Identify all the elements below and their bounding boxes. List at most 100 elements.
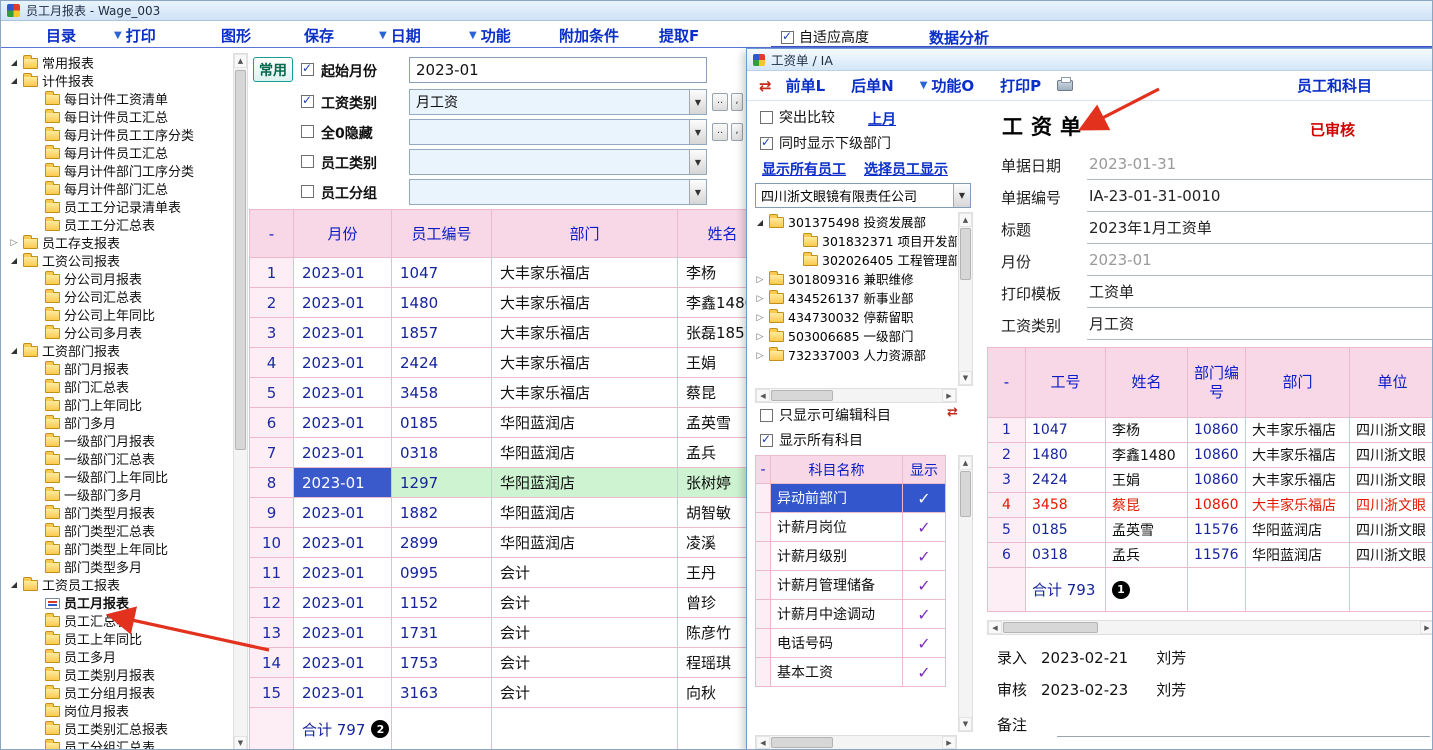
prev-doc-button[interactable]: 前单L — [786, 75, 826, 96]
scroll-right-button[interactable]: ▶ — [1420, 621, 1433, 634]
employee-row[interactable]: 3 2424 王娟 10860 大丰家乐福店 四川浙文眼 — [988, 468, 1433, 493]
company-select[interactable]: 四川浙文眼镜有限责任公司 ▼ — [755, 183, 971, 208]
sidebar-tree-item[interactable]: 员工类别汇总报表 — [9, 719, 233, 737]
column-header-visible[interactable]: 显示 — [903, 456, 946, 484]
employee-row[interactable]: 4 3458 蔡昆 10860 大丰家乐福店 四川浙文眼 — [988, 493, 1433, 518]
subject-visible-cell[interactable] — [903, 658, 946, 687]
table-row[interactable]: 12 2023-01 1152 会计 曾珍 — [250, 588, 768, 618]
column-header-month[interactable]: 月份 — [294, 210, 392, 258]
emp-category-select[interactable]: ▼ — [409, 149, 707, 175]
emp-category-checkbox[interactable] — [301, 155, 314, 168]
tree-expand-icon[interactable] — [9, 75, 19, 86]
scroll-down-button[interactable]: ▼ — [959, 717, 972, 731]
next-doc-button[interactable]: 后单N — [851, 75, 894, 96]
toolbar-item[interactable]: ▼ 目录 — [46, 25, 76, 45]
column-header-dept[interactable]: 部门 — [492, 210, 678, 258]
sidebar-tree-item[interactable]: 部门类型上年同比 — [9, 539, 233, 557]
department-tree-item[interactable]: 302026405 工程管理部 — [755, 250, 957, 269]
scrollbar-thumb[interactable] — [771, 390, 833, 401]
scroll-down-button[interactable]: ▼ — [959, 371, 972, 385]
field-value[interactable]: 2023-01 — [1087, 246, 1433, 276]
sidebar-tree-item[interactable]: 部门类型汇总表 — [9, 521, 233, 539]
sidebar-tree-item[interactable]: 每月计件部门工序分类 — [9, 161, 233, 179]
remark-input[interactable] — [1057, 713, 1430, 737]
sidebar-tree-item[interactable]: 员工月报表 — [9, 593, 233, 611]
sidebar-tree-item[interactable]: 部门上年同比 — [9, 395, 233, 413]
table-row[interactable]: 13 2023-01 1731 会计 陈彦竹 — [250, 618, 768, 648]
sidebar-tree-item[interactable]: 每日计件工资清单 — [9, 89, 233, 107]
sidebar-tree-item[interactable]: 分公司月报表 — [9, 269, 233, 287]
select-arrow-icon[interactable]: ▼ — [689, 150, 706, 174]
column-header-name[interactable]: 姓名 — [1106, 348, 1188, 418]
sidebar-tree-item[interactable]: 分公司多月表 — [9, 323, 233, 341]
table-row[interactable]: 15 2023-01 3163 会计 向秋 — [250, 678, 768, 708]
scroll-left-button[interactable]: ◀ — [988, 621, 1002, 634]
function-menu-button[interactable]: ▼ 功能O — [920, 75, 974, 96]
subject-row[interactable]: 计薪月级别 — [756, 542, 946, 571]
show-all-employees-link[interactable]: 显示所有员工 — [762, 159, 846, 179]
table-row[interactable]: 5 2023-01 3458 大丰家乐福店 蔡昆 — [250, 378, 768, 408]
subject-visible-cell[interactable] — [903, 513, 946, 542]
subject-visible-cell[interactable] — [903, 571, 946, 600]
toolbar-item[interactable]: ▼ 日期 — [379, 25, 421, 45]
scroll-left-button[interactable]: ◀ — [756, 736, 770, 749]
column-header-deptid[interactable]: 部门编号 — [1188, 348, 1246, 418]
sidebar-tree-item[interactable]: 部门月报表 — [9, 359, 233, 377]
employee-table-hscrollbar[interactable]: ◀ ▶ — [987, 620, 1433, 635]
tree-expand-icon[interactable] — [9, 579, 19, 590]
show-all-subjects-checkbox[interactable] — [760, 434, 773, 447]
select-arrow-icon[interactable]: ▼ — [689, 120, 706, 144]
tree-expand-icon[interactable] — [755, 273, 765, 285]
sidebar-tree-item[interactable]: 部门多月 — [9, 413, 233, 431]
field-value[interactable]: 2023年1月工资单 — [1087, 214, 1433, 244]
browse-button[interactable]: .. — [712, 93, 728, 111]
wage-type-select[interactable]: 月工资 ▼ — [409, 89, 707, 115]
select-arrow-icon[interactable]: ▼ — [689, 90, 706, 114]
column-header[interactable]: - — [250, 210, 294, 258]
toolbar-item[interactable]: ▼ 打印 — [114, 25, 156, 45]
scrollbar-thumb[interactable] — [235, 70, 246, 450]
subject-row[interactable]: 基本工资 — [756, 658, 946, 687]
scrollbar-thumb[interactable] — [1003, 622, 1098, 633]
sidebar-tree-item[interactable]: 部门类型月报表 — [9, 503, 233, 521]
sidebar-tree-item[interactable]: 工资部门报表 — [9, 341, 233, 359]
sidebar-tree-item[interactable]: 每日计件员工汇总 — [9, 107, 233, 125]
table-row[interactable]: 14 2023-01 1753 会计 程瑶琪 — [250, 648, 768, 678]
toolbar-item[interactable]: ▼ 保存 — [304, 25, 334, 45]
field-value[interactable]: 月工资 — [1087, 310, 1433, 340]
sidebar-tree-item[interactable]: 员工分组汇总表 — [9, 737, 233, 750]
browse-button[interactable]: .. — [712, 123, 728, 141]
sidebar-tree-item[interactable]: 员工工分汇总表 — [9, 215, 233, 233]
scroll-down-button[interactable]: ▼ — [234, 736, 247, 750]
tree-expand-icon[interactable] — [9, 57, 19, 68]
department-tree-item[interactable]: 434526137 新事业部 — [755, 288, 957, 307]
hide-zero-select[interactable]: ▼ — [409, 119, 707, 145]
tree-expand-icon[interactable] — [755, 349, 765, 361]
swap-icon[interactable]: ⇄ — [947, 405, 958, 420]
prev-month-link[interactable]: 上月 — [868, 109, 896, 129]
wage-type-checkbox[interactable] — [301, 95, 314, 108]
table-row[interactable]: 6 2023-01 0185 华阳蓝润店 孟英雪 — [250, 408, 768, 438]
tree-expand-icon[interactable] — [755, 311, 765, 323]
scrollbar-thumb[interactable] — [960, 471, 971, 517]
department-tree-item[interactable]: 301832371 项目开发部 — [755, 231, 957, 250]
employee-row[interactable]: 1 1047 李杨 10860 大丰家乐福店 四川浙文眼 — [988, 418, 1433, 443]
toolbar-item[interactable]: ▼ 图形 — [221, 25, 251, 45]
data-analysis-link[interactable]: 数据分析 — [929, 27, 989, 48]
sidebar-tree-item[interactable]: 岗位月报表 — [9, 701, 233, 719]
select-arrow-icon[interactable]: ▼ — [689, 180, 706, 204]
subject-visible-cell[interactable] — [903, 629, 946, 658]
table-row[interactable]: 7 2023-01 0318 华阳蓝润店 孟兵 — [250, 438, 768, 468]
subject-row[interactable]: 计薪月管理储备 — [756, 571, 946, 600]
more-button[interactable]: , — [731, 93, 743, 111]
toolbar-item[interactable]: ▼ 附加条件 — [559, 25, 619, 45]
dept-tree-scrollbar[interactable]: ▲ ▼ — [958, 212, 973, 386]
sidebar-tree-item[interactable]: 部门汇总表 — [9, 377, 233, 395]
table-row[interactable]: 3 2023-01 1857 大丰家乐福店 张磊1857 — [250, 318, 768, 348]
scroll-right-button[interactable]: ▶ — [942, 736, 956, 749]
column-header[interactable]: - — [756, 456, 771, 484]
department-tree-item[interactable]: 434730032 停薪留职 — [755, 307, 957, 326]
toolbar-item[interactable]: ▼ 功能 — [469, 25, 511, 45]
toolbar-item[interactable]: ▼ 提取F — [659, 25, 699, 45]
hide-zero-checkbox[interactable] — [301, 125, 314, 138]
